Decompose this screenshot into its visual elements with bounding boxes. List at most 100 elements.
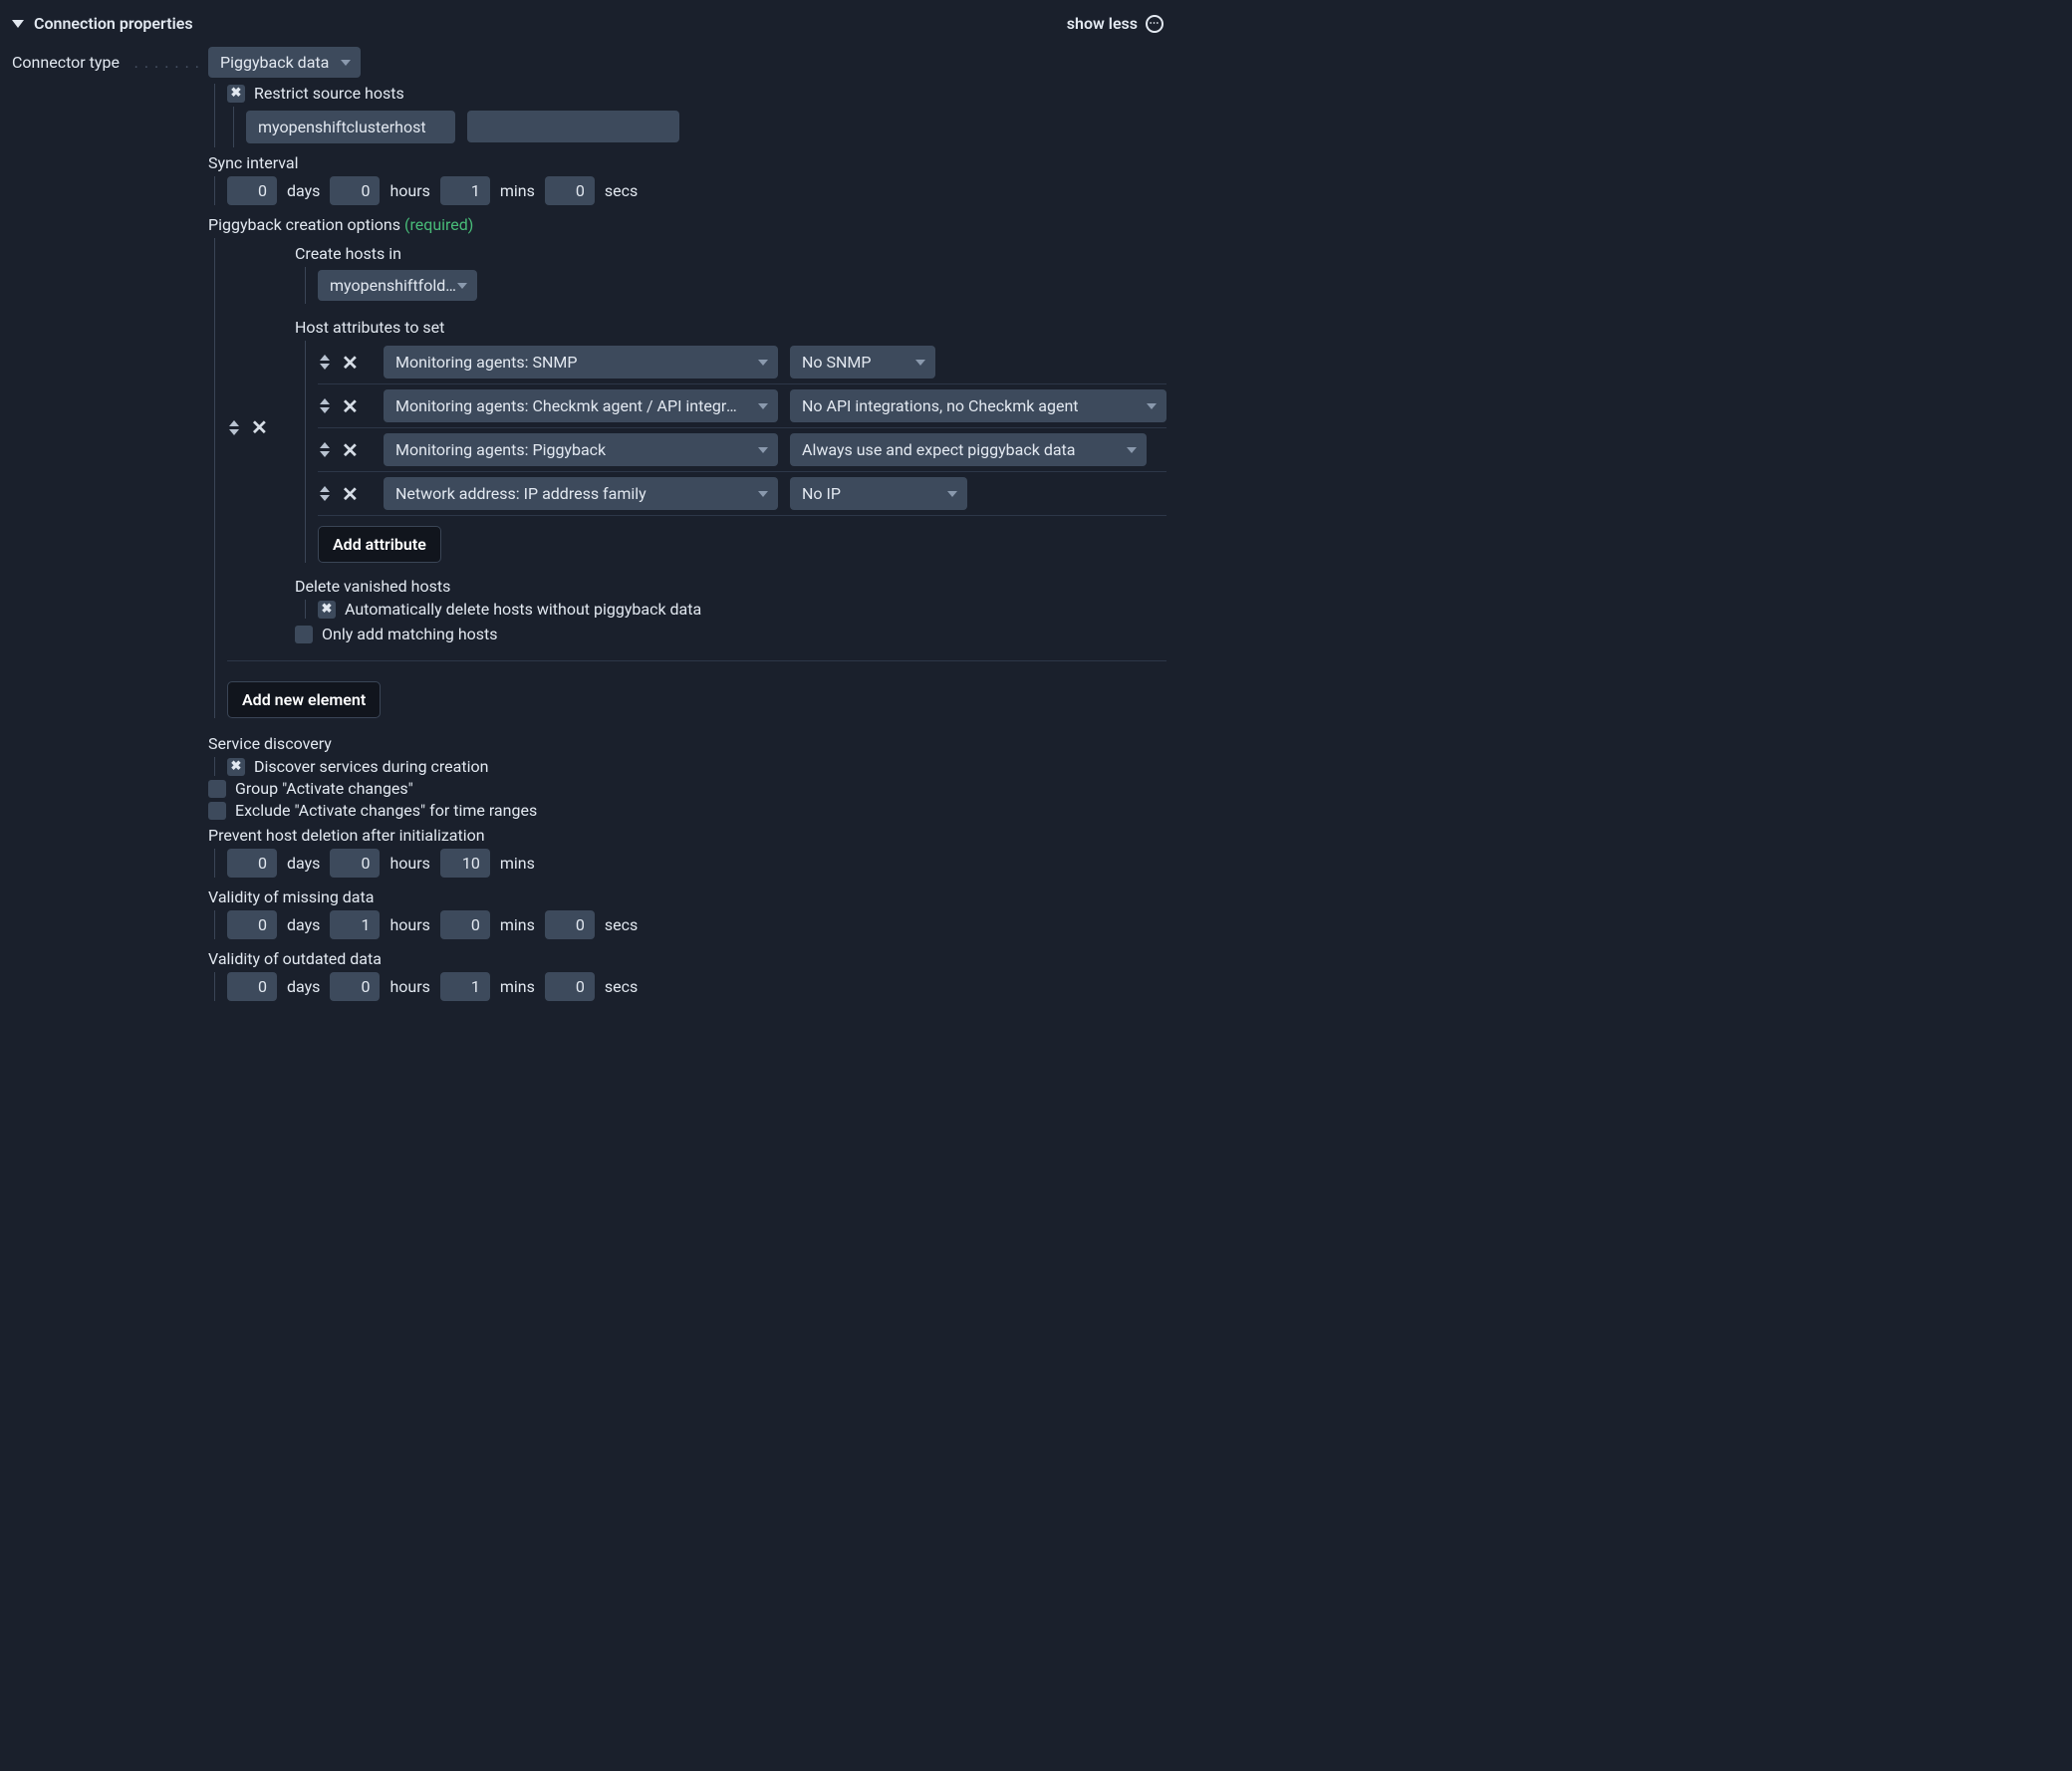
vmiss-hours-input[interactable] xyxy=(330,910,380,939)
vmiss-days-input[interactable] xyxy=(227,910,277,939)
restrict-source-checkbox[interactable]: ✖ xyxy=(227,85,245,103)
attr-val-value: No IP xyxy=(802,484,841,503)
attr-val-select[interactable]: No IP xyxy=(790,477,967,510)
secs-unit: secs xyxy=(605,181,638,200)
element-delete[interactable]: ✕ xyxy=(251,417,268,437)
attr-val-select[interactable]: Always use and expect piggyback data xyxy=(790,433,1147,466)
collapse-icon xyxy=(12,20,24,28)
secs-unit: secs xyxy=(605,915,638,934)
vout-hours-input[interactable] xyxy=(330,972,380,1001)
discover-checkbox[interactable]: ✖ xyxy=(227,758,245,776)
discover-label: Discover services during creation xyxy=(254,757,488,776)
connector-type-value: Piggyback data xyxy=(220,53,329,72)
only-add-label: Only add matching hosts xyxy=(322,625,498,643)
attr-delete[interactable]: ✕ xyxy=(342,484,359,504)
chevron-down-icon xyxy=(320,451,330,457)
chevron-up-icon xyxy=(229,420,239,426)
attr-val-select[interactable]: No API integrations, no Checkmk agent xyxy=(790,389,1166,422)
attr-delete[interactable]: ✕ xyxy=(342,353,359,373)
vmiss-mins-input[interactable] xyxy=(440,910,490,939)
attr-reorder[interactable] xyxy=(318,442,332,457)
attribute-row: ✕ Monitoring agents: Piggyback Always use … xyxy=(318,428,1166,472)
section-toggle[interactable]: Connection properties xyxy=(12,14,193,33)
only-add-checkbox[interactable] xyxy=(295,626,313,643)
source-host-input[interactable] xyxy=(246,111,455,143)
mins-unit: mins xyxy=(500,977,535,996)
attr-val-value: Always use and expect piggyback data xyxy=(802,440,1075,459)
attr-reorder[interactable] xyxy=(318,486,332,501)
attr-key-select[interactable]: Monitoring agents: SNMP xyxy=(384,346,778,379)
add-new-element-button[interactable]: Add new element xyxy=(227,681,381,718)
attribute-row: ✕ Monitoring agents: Checkmk agent / API … xyxy=(318,384,1166,428)
dots-decoration: . . . . . . . xyxy=(134,53,208,72)
chevron-down-icon xyxy=(758,403,768,409)
create-hosts-folder-select[interactable]: myopenshiftfold… xyxy=(318,270,477,301)
attr-val-value: No API integrations, no Checkmk agent xyxy=(802,396,1079,415)
attribute-row: ✕ Monitoring agents: SNMP No SNMP xyxy=(318,341,1166,384)
attr-key-select[interactable]: Monitoring agents: Checkmk agent / API i… xyxy=(384,389,778,422)
mins-unit: mins xyxy=(500,915,535,934)
auto-delete-checkbox[interactable]: ✖ xyxy=(318,601,336,619)
source-host-input-2[interactable] xyxy=(467,111,679,142)
exclude-activate-checkbox[interactable] xyxy=(208,802,226,820)
service-discovery-label: Service discovery xyxy=(208,734,1166,753)
prevent-mins-input[interactable] xyxy=(440,849,490,878)
chevron-down-icon xyxy=(915,360,925,366)
chevron-down-icon xyxy=(758,491,768,497)
vmiss-secs-input[interactable] xyxy=(545,910,595,939)
vout-days-input[interactable] xyxy=(227,972,277,1001)
attr-key-value: Monitoring agents: Piggyback xyxy=(395,440,606,459)
attr-key-select[interactable]: Network address: IP address family xyxy=(384,477,778,510)
attr-key-select[interactable]: Monitoring agents: Piggyback xyxy=(384,433,778,466)
host-attrs-label: Host attributes to set xyxy=(295,318,1166,337)
group-activate-checkbox[interactable] xyxy=(208,780,226,798)
secs-unit: secs xyxy=(605,977,638,996)
days-unit: days xyxy=(287,181,320,200)
attr-key-value: Monitoring agents: Checkmk agent / API i… xyxy=(395,396,745,415)
chevron-down-icon xyxy=(320,495,330,501)
create-hosts-in-label: Create hosts in xyxy=(295,244,1166,263)
show-less-link[interactable]: show less xyxy=(1067,14,1138,33)
sync-mins-input[interactable] xyxy=(440,176,490,205)
exclude-activate-label: Exclude "Activate changes" for time rang… xyxy=(235,801,537,820)
vout-mins-input[interactable] xyxy=(440,972,490,1001)
attr-val-value: No SNMP xyxy=(802,353,871,372)
sync-days-input[interactable] xyxy=(227,176,277,205)
piggyback-label: Piggyback creation options xyxy=(208,215,400,234)
prevent-hours-input[interactable] xyxy=(330,849,380,878)
auto-delete-label: Automatically delete hosts without piggy… xyxy=(345,600,701,619)
vout-secs-input[interactable] xyxy=(545,972,595,1001)
chevron-up-icon xyxy=(320,355,330,361)
chevron-down-icon xyxy=(758,360,768,366)
prevent-days-input[interactable] xyxy=(227,849,277,878)
days-unit: days xyxy=(287,977,320,996)
mins-unit: mins xyxy=(500,854,535,873)
attr-delete[interactable]: ✕ xyxy=(342,440,359,460)
sync-secs-input[interactable] xyxy=(545,176,595,205)
chevron-down-icon xyxy=(457,283,467,289)
attr-delete[interactable]: ✕ xyxy=(342,396,359,416)
attr-key-value: Monitoring agents: SNMP xyxy=(395,353,577,372)
hours-unit: hours xyxy=(389,977,429,996)
add-attribute-button[interactable]: Add attribute xyxy=(318,526,441,563)
restrict-source-label: Restrict source hosts xyxy=(254,84,404,103)
validity-missing-label: Validity of missing data xyxy=(208,887,1166,906)
sync-hours-input[interactable] xyxy=(330,176,380,205)
attr-reorder[interactable] xyxy=(318,355,332,370)
sync-interval-label: Sync interval xyxy=(208,153,1166,172)
mins-unit: mins xyxy=(500,181,535,200)
chevron-up-icon xyxy=(320,486,330,492)
chevron-up-icon xyxy=(320,398,330,404)
chevron-down-icon xyxy=(1147,403,1157,409)
connector-type-select[interactable]: Piggyback data xyxy=(208,47,361,78)
create-hosts-folder-value: myopenshiftfold… xyxy=(330,276,456,295)
more-icon[interactable]: ⋯ xyxy=(1146,15,1164,33)
prevent-label: Prevent host deletion after initializati… xyxy=(208,826,1166,845)
chevron-down-icon xyxy=(947,491,957,497)
attribute-row: ✕ Network address: IP address family No IP xyxy=(318,472,1166,516)
chevron-down-icon xyxy=(1127,447,1137,453)
element-reorder[interactable] xyxy=(227,420,241,435)
attr-val-select[interactable]: No SNMP xyxy=(790,346,935,379)
attr-reorder[interactable] xyxy=(318,398,332,413)
connector-type-label: Connector type xyxy=(12,53,120,72)
